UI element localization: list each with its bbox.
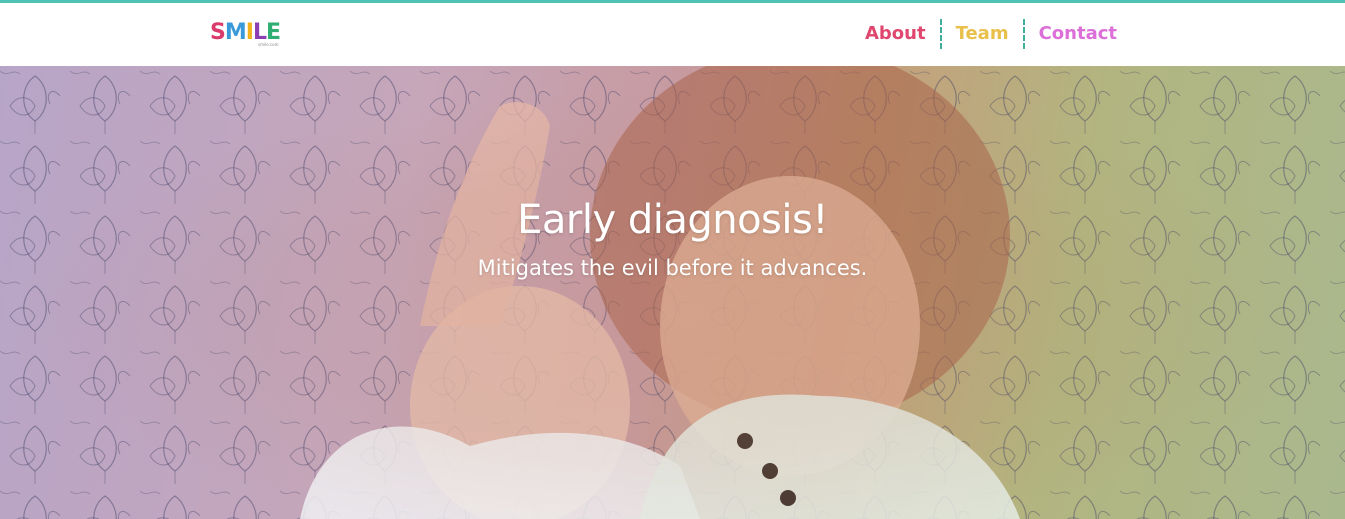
nav-link-contact[interactable]: Contact xyxy=(1025,19,1131,49)
logo-subtext: smile.com xyxy=(258,42,279,47)
nav-link-about[interactable]: About xyxy=(851,19,940,49)
logo-letter: M xyxy=(224,20,247,45)
hero-banner: Early diagnosis! Mitigates the evil befo… xyxy=(0,66,1345,519)
logo-letter: S xyxy=(210,20,226,45)
navbar: SMILE smile.com About Team Contact xyxy=(0,3,1345,66)
logo-letter: I xyxy=(245,20,254,45)
logo[interactable]: SMILE smile.com xyxy=(210,20,290,52)
hero-title: Early diagnosis! xyxy=(517,196,828,243)
hero-background-image xyxy=(0,66,1345,519)
page: SMILE smile.com About Team Contact Early… xyxy=(0,0,1345,519)
nav-link-team[interactable]: Team xyxy=(942,19,1023,49)
main-nav: About Team Contact xyxy=(851,19,1131,49)
hero-subtitle: Mitigates the evil before it advances. xyxy=(477,256,868,280)
